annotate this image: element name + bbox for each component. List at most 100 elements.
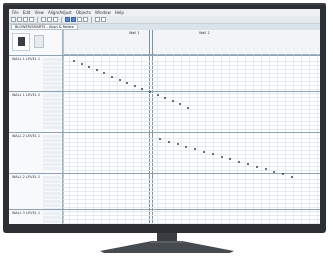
row-name-cell[interactable]: [43, 126, 61, 129]
grid-marker[interactable]: [118, 78, 121, 81]
grid-marker[interactable]: [80, 63, 83, 66]
grid-row-line: [63, 170, 320, 171]
group-separator: [9, 55, 320, 56]
grid-row-line: [63, 69, 320, 70]
row-name-cell[interactable]: [43, 184, 61, 187]
grid-marker[interactable]: [95, 69, 98, 72]
row-name-cell[interactable]: [43, 200, 61, 203]
alignment-grid[interactable]: Wall 1 Wall 2 WALL 1 LEVEL 1 WALL 1 LEVEL…: [9, 30, 320, 224]
menu-objects[interactable]: Objects: [76, 9, 91, 16]
stand-base: [92, 239, 242, 253]
row-name-cell[interactable]: [43, 102, 61, 105]
grid-marker[interactable]: [167, 140, 170, 143]
row-name-cell[interactable]: [43, 192, 61, 195]
grid-marker[interactable]: [282, 173, 285, 175]
row-name-cell[interactable]: [43, 78, 61, 81]
row-name-cell[interactable]: [43, 204, 61, 207]
row-name-cell[interactable]: [43, 110, 61, 113]
row-name-cell[interactable]: [43, 82, 61, 85]
align-icon[interactable]: [77, 17, 82, 22]
row-name-cell[interactable]: [43, 155, 61, 158]
print-icon[interactable]: [29, 17, 34, 22]
toolbar-separator: [61, 16, 62, 23]
relate-icon[interactable]: [83, 17, 88, 22]
row-name-cell[interactable]: [43, 216, 61, 219]
grid-row-line: [63, 97, 320, 98]
row-name-cell[interactable]: [43, 118, 61, 121]
row-name-cell[interactable]: [43, 74, 61, 77]
row-name-cell[interactable]: [43, 212, 61, 215]
menu-align-adjust[interactable]: Align/Adjust: [48, 9, 72, 16]
group-separator: [9, 173, 320, 174]
group-label: WALL 2 LEVEL 2: [12, 175, 41, 179]
menu-help[interactable]: Help: [115, 9, 124, 16]
row-name-cell[interactable]: [43, 62, 61, 65]
grid-marker[interactable]: [187, 106, 189, 109]
grid-marker[interactable]: [126, 81, 129, 84]
grid-marker[interactable]: [255, 165, 258, 168]
row-name-cell[interactable]: [43, 151, 61, 154]
row-name-cell[interactable]: [43, 139, 61, 142]
row-name-cell[interactable]: [43, 159, 61, 162]
grid-row-line: [63, 65, 320, 66]
save-icon[interactable]: [23, 17, 28, 22]
row-name-cell[interactable]: [43, 188, 61, 191]
grid-row-line: [63, 146, 320, 147]
grid-marker[interactable]: [159, 138, 161, 140]
row-name-cell[interactable]: [43, 167, 61, 170]
menu-file[interactable]: File: [12, 9, 19, 16]
copy-icon[interactable]: [47, 17, 52, 22]
document-icon: [34, 35, 44, 48]
toolbar: [9, 16, 320, 24]
select-icon[interactable]: [65, 17, 70, 22]
grid-marker[interactable]: [220, 155, 223, 158]
row-name-cell[interactable]: [43, 163, 61, 166]
wall-icon: [18, 37, 25, 46]
grid-marker[interactable]: [203, 150, 205, 153]
grid-icon[interactable]: [95, 17, 100, 22]
row-name-cell[interactable]: [43, 94, 61, 97]
row-name-cell[interactable]: [43, 122, 61, 125]
grid-marker[interactable]: [291, 175, 293, 178]
row-name-cell[interactable]: [43, 143, 61, 146]
grid-marker[interactable]: [156, 94, 159, 97]
grid-row-line: [63, 183, 320, 184]
menu-view[interactable]: View: [34, 9, 44, 16]
row-name-cell[interactable]: [43, 147, 61, 150]
grid-marker[interactable]: [211, 153, 214, 155]
grid-row-line: [63, 219, 320, 220]
grid-marker[interactable]: [247, 163, 249, 165]
row-name-cell[interactable]: [43, 135, 61, 138]
row-name-cell[interactable]: [43, 70, 61, 73]
row-name-cell[interactable]: [43, 176, 61, 179]
row-name-cell[interactable]: [43, 114, 61, 117]
grid-marker[interactable]: [238, 160, 241, 163]
row-name-cell[interactable]: [43, 86, 61, 89]
zoom-icon[interactable]: [71, 17, 76, 22]
open-icon[interactable]: [17, 17, 22, 22]
grid-marker[interactable]: [111, 75, 113, 78]
row-name-cell[interactable]: [43, 66, 61, 69]
settings-icon[interactable]: [101, 17, 106, 22]
row-name-cell[interactable]: [43, 220, 61, 223]
row-name-cell[interactable]: [43, 98, 61, 101]
group-label: WALL 2 LEVEL 1: [12, 134, 41, 138]
toolbar-separator: [91, 16, 92, 23]
row-name-cell[interactable]: [43, 196, 61, 199]
new-icon[interactable]: [11, 17, 16, 22]
row-name-cell[interactable]: [43, 106, 61, 109]
grid-marker[interactable]: [88, 66, 91, 69]
grid-marker[interactable]: [73, 60, 75, 62]
menu-window[interactable]: Window: [95, 9, 111, 16]
grid-marker[interactable]: [264, 168, 267, 170]
row-name-cell[interactable]: [43, 180, 61, 183]
grid-row-line: [63, 121, 320, 122]
grid-marker[interactable]: [176, 143, 179, 145]
grid-marker[interactable]: [149, 91, 151, 93]
grid-row-line: [63, 191, 320, 192]
cut-icon[interactable]: [41, 17, 46, 22]
row-name-cell[interactable]: [43, 58, 61, 61]
paste-icon[interactable]: [53, 17, 58, 22]
grid-marker[interactable]: [133, 84, 136, 87]
menu-edit[interactable]: Edit: [23, 9, 31, 16]
